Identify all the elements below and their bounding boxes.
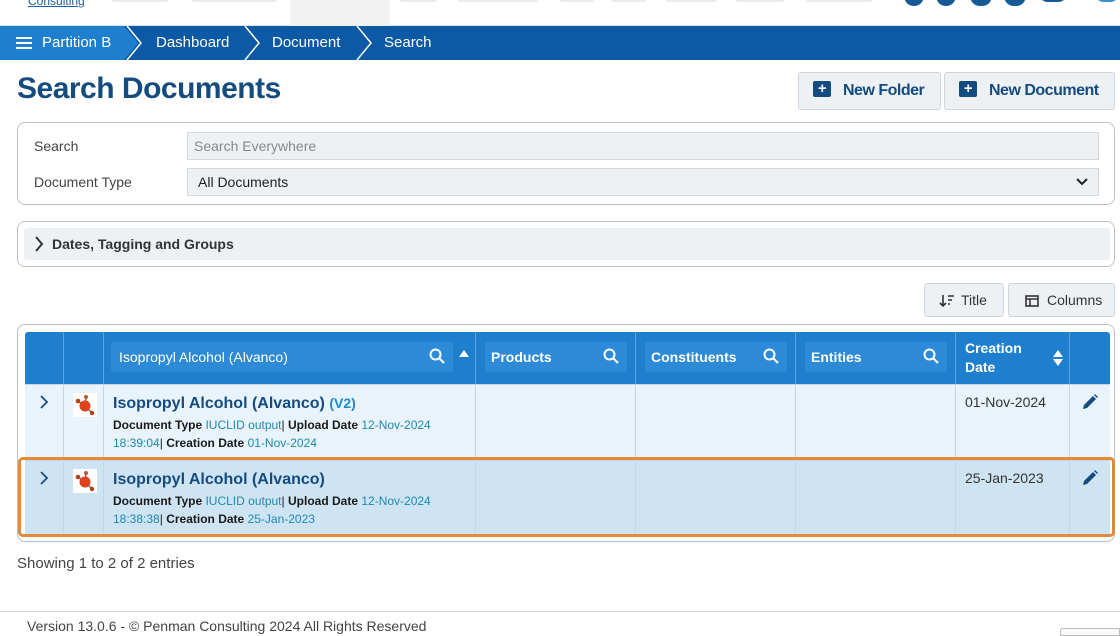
logo[interactable]: Consulting: [28, 0, 85, 8]
search-icon: [603, 348, 619, 364]
search-input[interactable]: Search Everywhere: [187, 132, 1099, 160]
new-document-button[interactable]: + New Document: [944, 72, 1115, 110]
document-title-link[interactable]: Isopropyl Alcohol (Alvanco) (V2): [113, 395, 356, 413]
search-icon: [429, 348, 445, 364]
globe-icon[interactable]: [1094, 0, 1120, 2]
document-meta: Document Type IUCLID output| Upload Date…: [113, 494, 431, 508]
creation-date-cell: 25-Jan-2023: [965, 470, 1044, 486]
nav-item[interactable]: [736, 0, 784, 2]
sort-icon: [939, 295, 954, 308]
pencil-icon[interactable]: [1081, 469, 1099, 487]
breadcrumb-search: Search: [384, 34, 432, 51]
nav-item[interactable]: [400, 0, 436, 2]
chevron-down-icon: [1076, 178, 1088, 186]
document-meta: Document Type IUCLID output| Upload Date…: [113, 418, 431, 432]
document-type-select[interactable]: All Documents: [187, 168, 1099, 196]
nav-item[interactable]: [192, 0, 276, 2]
table-row[interactable]: Isopropyl Alcohol (Alvanco) (V2) Documen…: [25, 384, 1110, 461]
breadcrumb-separator-icon: [356, 26, 372, 60]
nav-item[interactable]: [806, 0, 872, 2]
recaptcha-badge: [1060, 628, 1120, 636]
breadcrumb-separator-icon: [244, 26, 260, 60]
top-navbar: Consulting: [0, 0, 1120, 26]
new-folder-button[interactable]: + New Folder: [798, 72, 941, 110]
search-label: Search: [34, 138, 79, 154]
chevron-right-icon[interactable]: [39, 471, 49, 485]
plus-icon: +: [959, 81, 977, 98]
gear-icon[interactable]: [1004, 0, 1026, 6]
chevron-right-icon: [35, 236, 44, 252]
creation-date-cell: 01-Nov-2024: [965, 394, 1046, 410]
breadcrumb-dashboard[interactable]: Dashboard: [156, 26, 229, 60]
footer-copyright: Version 13.0.6 - © Penman Consulting 202…: [27, 618, 427, 634]
bell-icon[interactable]: [936, 0, 956, 6]
breadcrumb-partition[interactable]: Partition B: [0, 26, 124, 60]
search-icon[interactable]: [904, 0, 924, 6]
filters-accordion: Dates, Tagging and Groups: [17, 221, 1115, 267]
nav-item[interactable]: [458, 0, 538, 2]
folder-plus-icon: +: [813, 81, 831, 98]
breadcrumb-document[interactable]: Document: [272, 26, 340, 60]
avatar[interactable]: [1038, 0, 1068, 2]
table-header: Isopropyl Alcohol (Alvanco) Products Con…: [25, 332, 1110, 384]
sort-title-button[interactable]: Title: [924, 283, 1004, 317]
breadcrumb-separator-icon: [124, 26, 142, 60]
chevron-right-icon[interactable]: [39, 395, 49, 409]
help-icon[interactable]: [970, 0, 992, 6]
molecule-icon: [73, 393, 97, 417]
nav-item[interactable]: [612, 0, 646, 2]
columns-icon: [1025, 295, 1039, 308]
nav-item[interactable]: [112, 0, 168, 2]
document-meta: 18:38:38| Creation Date 25-Jan-2023: [113, 512, 315, 526]
footer: Version 13.0.6 - © Penman Consulting 202…: [0, 611, 1120, 636]
dates-tagging-groups-toggle[interactable]: Dates, Tagging and Groups: [24, 228, 1110, 260]
results-table: Isopropyl Alcohol (Alvanco) Products Con…: [17, 324, 1115, 542]
document-title-link[interactable]: Isopropyl Alcohol (Alvanco): [113, 471, 325, 489]
page-title: Search Documents: [17, 72, 281, 105]
nav-item[interactable]: [666, 0, 716, 2]
nav-item[interactable]: [560, 0, 594, 2]
nav-item-active[interactable]: [290, 0, 390, 26]
sort-both-icon[interactable]: [1053, 350, 1063, 366]
title-filter-input[interactable]: Isopropyl Alcohol (Alvanco): [111, 342, 453, 372]
breadcrumb: Partition B Dashboard Document Search: [0, 26, 1120, 60]
search-panel: Search Search Everywhere Document Type A…: [17, 122, 1115, 205]
molecule-icon: [73, 469, 97, 493]
document-meta: 18:39:04| Creation Date 01-Nov-2024: [113, 436, 317, 450]
sort-asc-icon[interactable]: [459, 350, 469, 357]
document-type-label: Document Type: [34, 174, 132, 190]
menu-icon[interactable]: [16, 34, 32, 52]
creation-date-header[interactable]: Creation Date: [965, 339, 1022, 377]
table-row-selected[interactable]: Isopropyl Alcohol (Alvanco) Document Typ…: [25, 460, 1110, 537]
pencil-icon[interactable]: [1081, 393, 1099, 411]
products-filter[interactable]: Products: [485, 342, 627, 372]
search-icon: [763, 348, 779, 364]
constituents-filter[interactable]: Constituents: [645, 342, 787, 372]
search-icon: [923, 348, 939, 364]
entities-filter[interactable]: Entities: [805, 342, 947, 372]
columns-button[interactable]: Columns: [1008, 283, 1115, 317]
entries-info: Showing 1 to 2 of 2 entries: [17, 555, 195, 572]
